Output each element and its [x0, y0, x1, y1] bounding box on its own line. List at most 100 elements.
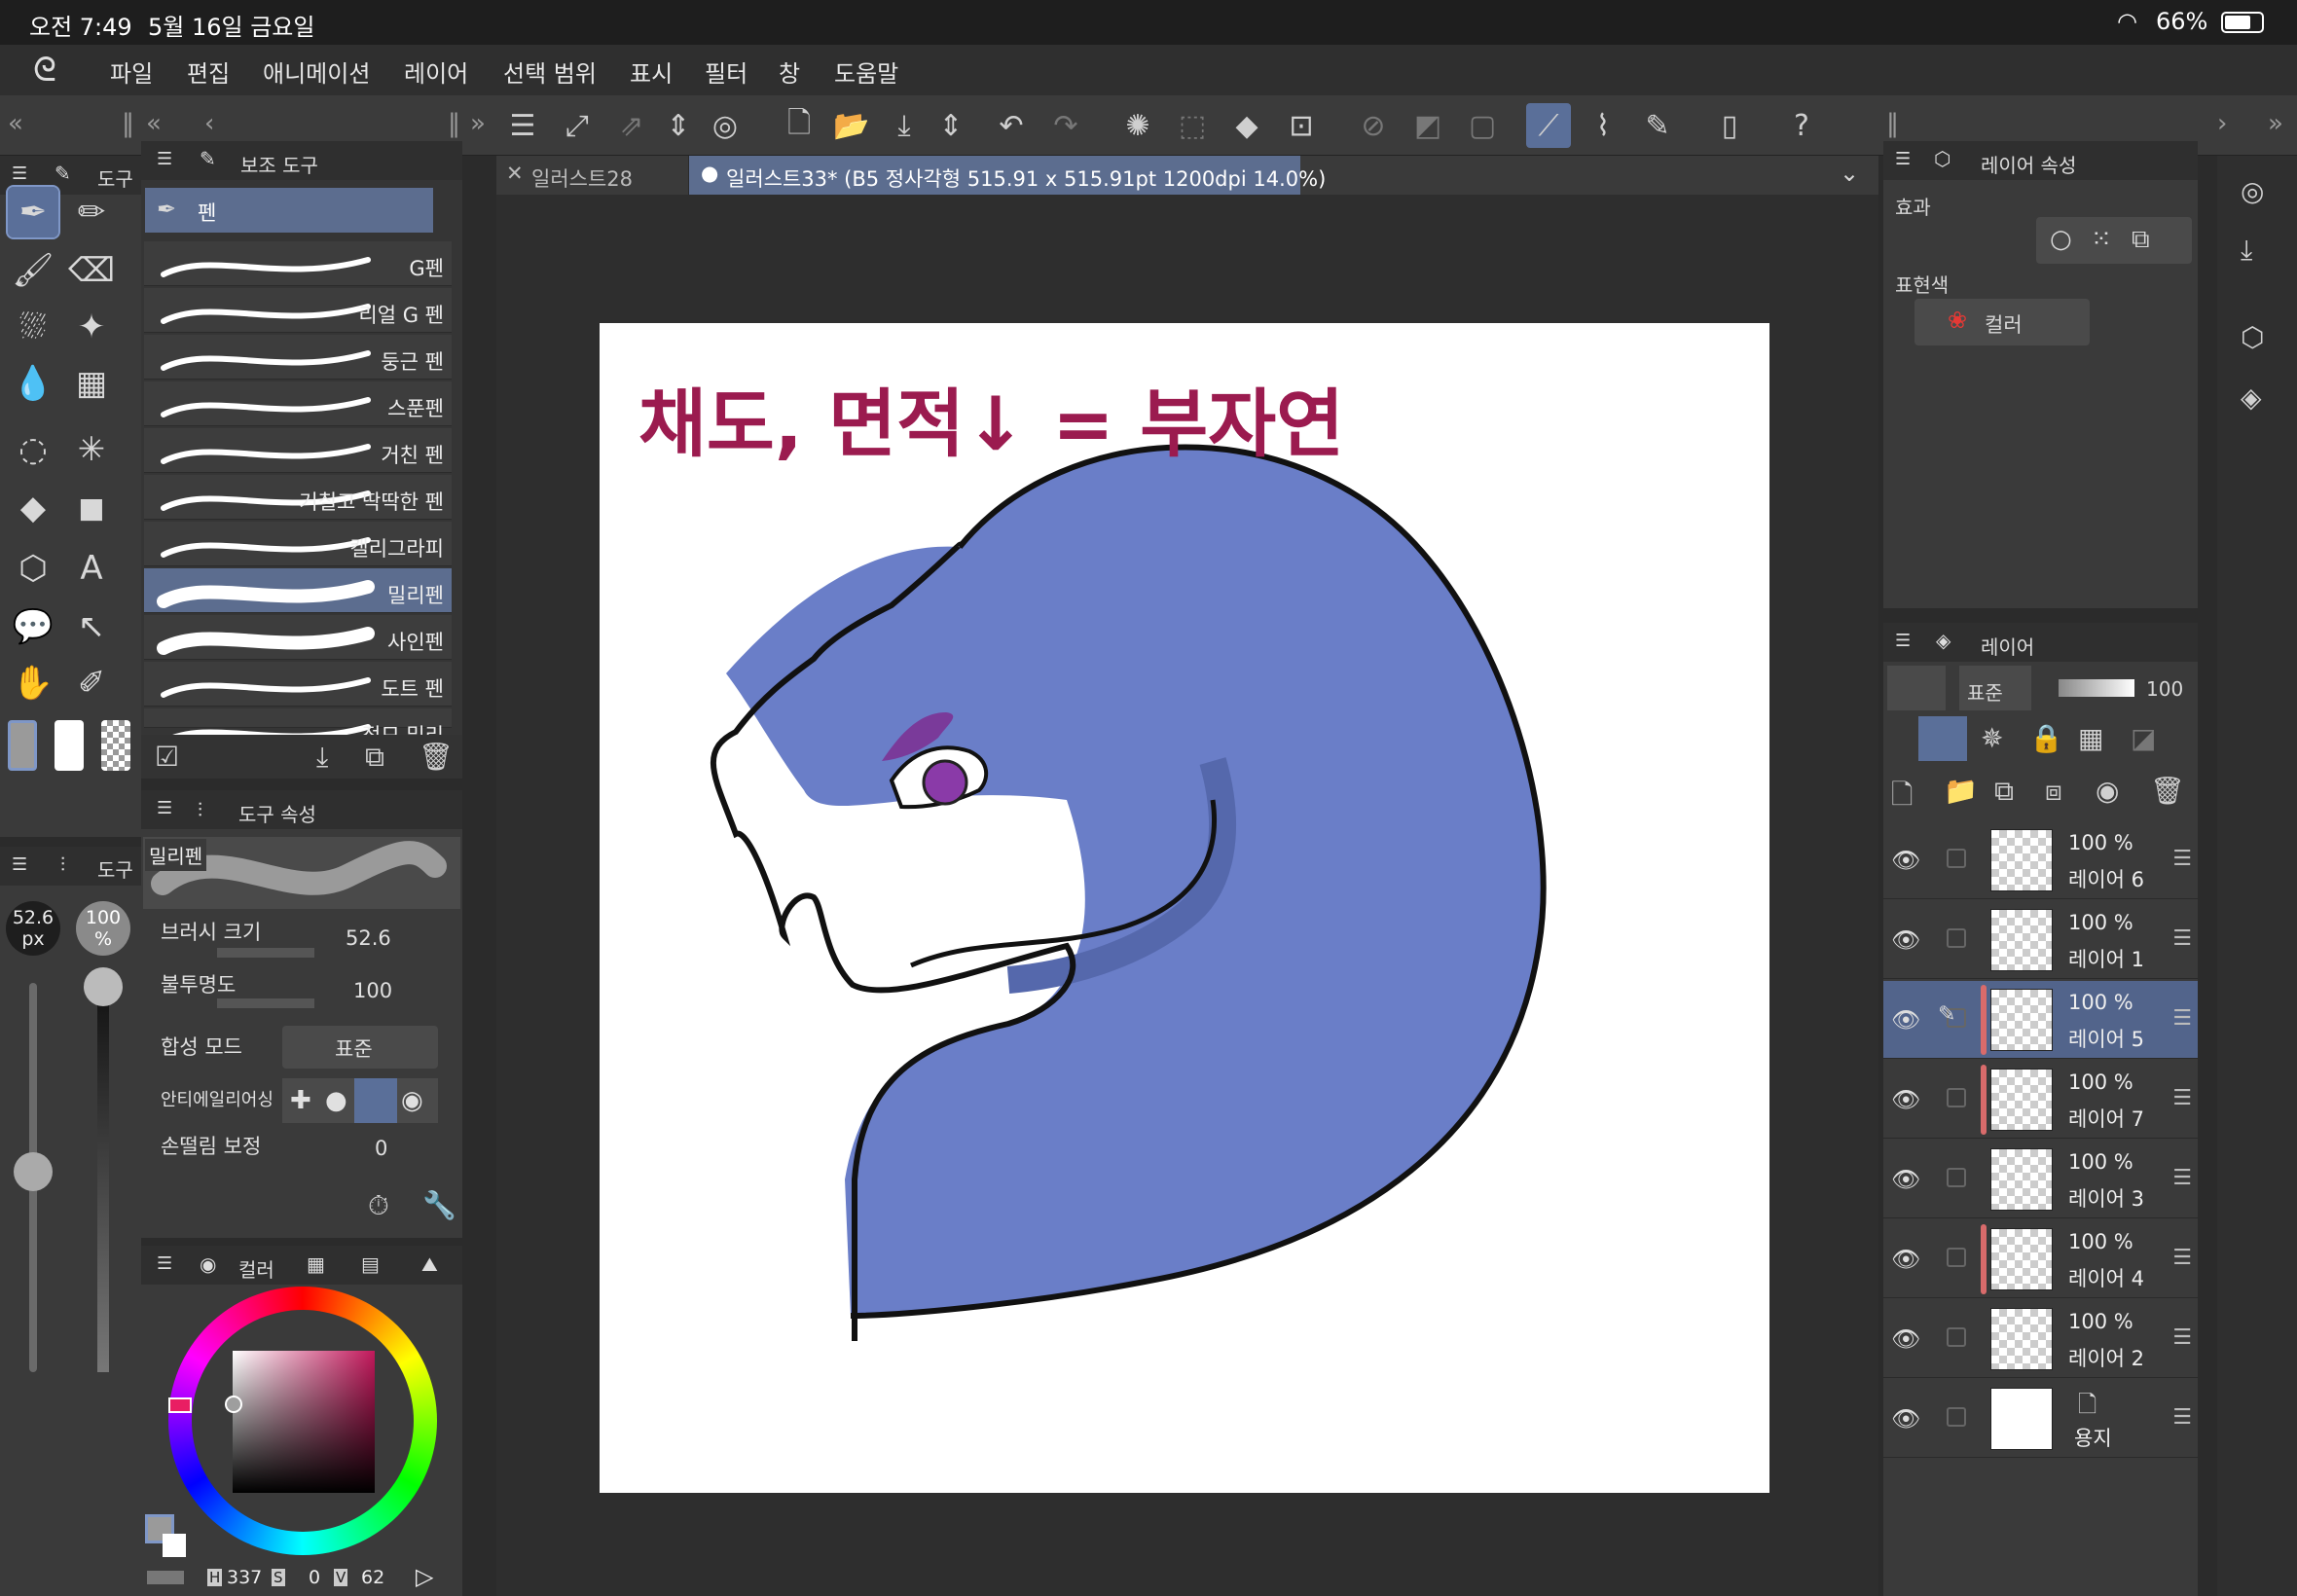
stepper-icon-2[interactable]: ⇕	[929, 103, 973, 148]
layer-row[interactable]: 👁 ✎ 100 % 레이어 5 ☰	[1883, 981, 2198, 1059]
aa-none-icon[interactable]: ✚	[290, 1086, 311, 1115]
brush-item[interactable]: 둥근 펜	[144, 335, 452, 380]
layer-row[interactable]: 👁 100 % 레이어 7 ☰	[1883, 1061, 2198, 1139]
effect-buttons[interactable]: ○ ⁙ ⧉	[2036, 217, 2192, 264]
pen-snap-icon[interactable]: ✎	[1635, 103, 1680, 148]
collapse-left-icon[interactable]: «	[8, 109, 23, 138]
subtool-tab-icon[interactable]: ✎	[200, 147, 216, 170]
move-layer-icon[interactable]: ↖	[66, 601, 117, 652]
reference-icon[interactable]: ✵	[1981, 722, 2003, 754]
transparent-swatch[interactable]	[101, 720, 130, 771]
color-panel-title[interactable]: 컬러	[238, 1254, 274, 1283]
eye-icon[interactable]: 👁	[1891, 1405, 1920, 1433]
size-tab-icon[interactable]: ⫶	[60, 852, 65, 876]
fill-icon[interactable]: ◆	[1224, 103, 1269, 148]
open-folder-icon[interactable]: 📂	[829, 103, 874, 148]
copy-layer-icon[interactable]: ⧉	[1994, 775, 2014, 808]
layer-opacity-bar[interactable]	[2059, 679, 2134, 697]
transform-icon[interactable]: ⇗	[609, 103, 654, 148]
tab-close-icon[interactable]: ✕	[506, 162, 524, 185]
layer-opacity-value[interactable]: 100	[2146, 677, 2183, 701]
layer-menu-icon[interactable]: ☰	[2172, 1246, 2192, 1270]
layer-checkbox[interactable]	[1947, 1407, 1966, 1427]
subtool-duplicate-icon[interactable]: ⧉	[365, 741, 384, 774]
panel-menu-icon-4[interactable]: ☰	[157, 798, 172, 818]
menu-selection[interactable]: 선택 범위	[503, 54, 597, 89]
brush-item[interactable]: 거친 펜	[144, 428, 452, 473]
brush-size-row[interactable]: 브러시 크기 52.6	[161, 917, 448, 958]
layer-row[interactable]: 👁 100 % 레이어 4 ☰	[1883, 1220, 2198, 1298]
aa-weak-icon[interactable]: ●	[325, 1086, 347, 1115]
undo-icon[interactable]: ↶	[989, 103, 1034, 148]
lock-icon[interactable]: 🔒	[2029, 722, 2063, 754]
panel-menu-icon-2[interactable]: ☰	[12, 854, 27, 875]
menu-filter[interactable]: 필터	[705, 54, 747, 89]
layer-property-icon[interactable]: ⬡	[1934, 147, 1951, 170]
border-effect-icon[interactable]: ○	[2050, 225, 2072, 254]
save-icon[interactable]: ⤓	[882, 103, 927, 148]
grid-tool-icon[interactable]: ▦	[66, 358, 117, 409]
layer-menu-icon[interactable]: ☰	[2172, 926, 2192, 951]
blend-row[interactable]: 합성 모드 표준	[161, 1026, 448, 1069]
aa-mid-icon[interactable]	[354, 1078, 397, 1123]
layers-strip-icon[interactable]: ◈	[2241, 381, 2262, 414]
layers-tab-icon[interactable]: ◈	[1936, 629, 1951, 652]
layer-menu-icon[interactable]: ☰	[2172, 1006, 2192, 1031]
stabilization-value[interactable]: 0	[375, 1137, 387, 1160]
eye-icon[interactable]: 👁	[1891, 1325, 1920, 1353]
color-set-tab-icon[interactable]: ▦	[307, 1252, 325, 1276]
brush-item[interactable]: G펜	[144, 241, 452, 286]
object-tool-icon[interactable]: ⬡	[8, 543, 58, 594]
brush-item[interactable]: 거칠고 딱딱한 펜	[144, 475, 452, 520]
brush-item[interactable]: 리얼 G 펜	[144, 288, 452, 333]
layer-menu-icon[interactable]: ☰	[2172, 1405, 2192, 1430]
eraser-tool-icon[interactable]: ⌫	[66, 245, 117, 296]
chevron-left-icon[interactable]: ‹	[204, 109, 214, 138]
menu-window[interactable]: 창	[779, 54, 800, 89]
selection-off-icon[interactable]: ⊘	[1351, 103, 1396, 148]
layer-type-select[interactable]	[1887, 666, 1946, 710]
panel-menu-icon-7[interactable]: ☰	[1895, 631, 1911, 651]
brush-item[interactable]: 밀리펜	[144, 568, 452, 613]
brush-item[interactable]: 점묘 밀리	[144, 708, 452, 747]
magic-wand-icon[interactable]: ✳	[66, 424, 117, 475]
size-tab-label[interactable]: 도구	[97, 854, 133, 883]
lock-transparent-icon[interactable]: ▦	[2078, 722, 2103, 754]
layer-menu-icon[interactable]: ☰	[2172, 1086, 2192, 1110]
saturation-square[interactable]	[233, 1351, 375, 1493]
hand-tool-icon[interactable]: ✋	[8, 658, 58, 708]
panel-grip-icon-3[interactable]: ‖	[1886, 109, 1899, 138]
layer-menu-icon[interactable]: ☰	[2172, 1166, 2192, 1190]
eye-icon[interactable]: 👁	[1891, 847, 1920, 874]
aa-strong-icon[interactable]: ◉	[401, 1086, 423, 1115]
brush-tool-icon[interactable]: 🖌	[8, 245, 58, 296]
layer-checkbox[interactable]	[1947, 849, 1966, 868]
clip-icon[interactable]	[1918, 716, 1967, 761]
airbrush-tool-icon[interactable]: ⛆	[8, 302, 58, 352]
fill-tool-icon[interactable]: ◆	[8, 483, 58, 533]
subtool-group-pen[interactable]: ✒ 펜	[145, 188, 433, 233]
layer-property-strip-icon[interactable]: ⬡	[2241, 321, 2264, 353]
eye-icon[interactable]: 👁	[1891, 1166, 1920, 1193]
subtool-title[interactable]: 보조 도구	[240, 150, 318, 178]
blend-select[interactable]: 표준	[282, 1026, 438, 1069]
blend-tool-icon[interactable]: 💧	[8, 358, 58, 409]
brush-item[interactable]: 캘리그라피	[144, 522, 452, 566]
fit-screen-icon[interactable]: ⤢	[555, 103, 600, 148]
device-icon[interactable]: ▯	[1707, 103, 1752, 148]
redo-icon[interactable]: ↷	[1043, 103, 1088, 148]
menu-layer[interactable]: 레이어	[404, 54, 468, 89]
mask-toggle-icon[interactable]: ◪	[2131, 722, 2156, 754]
brush-item[interactable]: 스푼펜	[144, 381, 452, 426]
layer-property-title[interactable]: 레이어 속성	[1981, 150, 2076, 178]
delete-layer-icon[interactable]: 🗑	[2150, 775, 2185, 807]
layer-color-icon[interactable]: ⧉	[2132, 225, 2150, 255]
tab-illust28[interactable]: ✕ 일러스트28	[496, 156, 689, 195]
brush-size-bar[interactable]	[217, 948, 314, 958]
layer-row[interactable]: 👁 100 % 레이어 6 ☰	[1883, 821, 2198, 899]
loading-icon[interactable]: ✺	[1115, 103, 1160, 148]
opacity-row[interactable]: 불투명도 100	[161, 969, 448, 1008]
layer-checkbox[interactable]	[1947, 1327, 1966, 1347]
new-raster-layer-icon[interactable]: 🗋	[1891, 775, 1914, 821]
layers-title[interactable]: 레이어	[1981, 632, 2034, 660]
